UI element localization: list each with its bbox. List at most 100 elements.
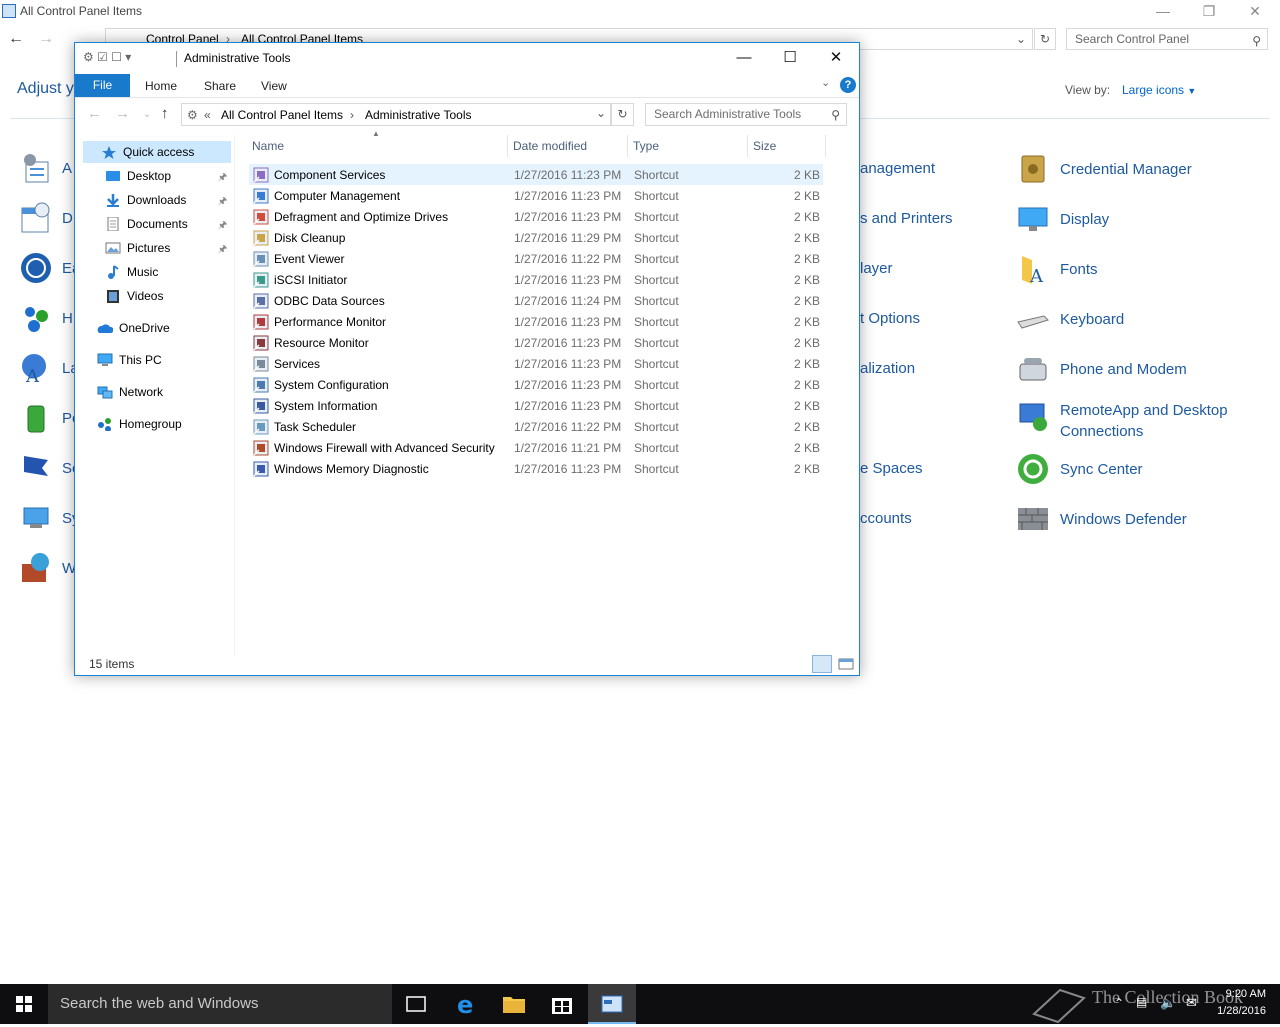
nav-onedrive[interactable]: OneDrive xyxy=(97,317,170,339)
quick-access-toolbar[interactable]: ⚙ ☑ ☐ ▾ xyxy=(83,50,131,64)
cp-item-mid-3[interactable]: t Options xyxy=(860,310,920,327)
show-hidden-icons-chevron-up-icon[interactable]: ⌃ xyxy=(1114,996,1124,1010)
nav-desktop[interactable]: Desktop xyxy=(105,165,171,187)
file-row[interactable]: Services 1/27/2016 11:23 PM Shortcut 2 KB xyxy=(249,353,823,374)
language-icon[interactable]: A xyxy=(20,352,52,384)
minimize-button[interactable]: — xyxy=(1140,0,1186,24)
homegroup-cp-icon[interactable] xyxy=(20,302,52,334)
file-explorer-button[interactable] xyxy=(490,984,538,1024)
cp-item-display[interactable]: Display xyxy=(1016,202,1109,236)
refresh-icon[interactable]: ↻ xyxy=(611,103,634,126)
cp-item-keyboard[interactable]: Keyboard xyxy=(1016,302,1124,336)
cp-item-sync-center[interactable]: Sync Center xyxy=(1016,452,1143,486)
explorer-close-button[interactable]: ✕ xyxy=(813,43,859,74)
firewall-icon[interactable] xyxy=(20,552,52,584)
file-row[interactable]: Disk Cleanup 1/27/2016 11:29 PM Shortcut 2 … xyxy=(249,227,823,248)
cp-item-fonts[interactable]: A Fonts xyxy=(1016,252,1098,286)
view-by-dropdown[interactable]: Large icons ▼ xyxy=(1122,83,1196,97)
control-panel-taskbar-button[interactable] xyxy=(588,984,636,1024)
nav-pictures[interactable]: Pictures xyxy=(105,237,170,259)
column-divider[interactable] xyxy=(507,135,508,157)
nav-downloads[interactable]: Downloads xyxy=(105,189,186,211)
forward-arrow-icon[interactable]: → xyxy=(38,30,54,48)
date-time-icon[interactable] xyxy=(20,202,52,234)
volume-icon[interactable]: 🔈 xyxy=(1160,995,1176,1011)
cp-refresh-icon[interactable]: ↻ xyxy=(1034,28,1056,50)
tab-file[interactable]: File xyxy=(75,74,130,97)
file-row[interactable]: Windows Firewall with Advanced Security 1… xyxy=(249,437,823,458)
breadcrumb-all-items[interactable]: All Control Panel Items xyxy=(221,108,343,122)
details-view-button[interactable] xyxy=(812,655,832,673)
file-row[interactable]: Windows Memory Diagnostic 1/27/2016 11:23… xyxy=(249,458,823,479)
nav-documents[interactable]: Documents xyxy=(105,213,188,235)
cp-item-mid-2[interactable]: layer xyxy=(860,260,893,277)
column-type[interactable]: Type xyxy=(633,139,659,153)
explorer-address-bar[interactable]: ⚙ « All Control Panel Items › Administra… xyxy=(181,103,611,126)
file-row[interactable]: System Information 1/27/2016 11:23 PM Shor… xyxy=(249,395,823,416)
file-row[interactable]: Performance Monitor 1/27/2016 11:23 PM Sho… xyxy=(249,311,823,332)
back-arrow-icon[interactable]: ← xyxy=(87,105,102,122)
large-icons-view-button[interactable] xyxy=(836,655,856,673)
nav-network[interactable]: Network xyxy=(97,381,163,403)
file-row[interactable]: Event Viewer 1/27/2016 11:22 PM Shortcut 2 … xyxy=(249,248,823,269)
explorer-search-input[interactable]: Search Administrative Tools ⚲ xyxy=(645,103,847,126)
nav-quick-access[interactable]: Quick access xyxy=(83,141,231,163)
forward-arrow-icon[interactable]: → xyxy=(115,105,130,122)
nav-music[interactable]: Music xyxy=(105,261,158,283)
cp-item-phone-modem[interactable]: Phone and Modem xyxy=(1016,352,1187,386)
file-row[interactable]: Component Services 1/27/2016 11:23 PM Shor… xyxy=(249,164,823,185)
pin-icon[interactable]: 🖈 xyxy=(218,242,227,259)
address-dropdown-icon[interactable]: ⌄ xyxy=(1016,32,1026,46)
file-row[interactable]: Resource Monitor 1/27/2016 11:23 PM Shortc… xyxy=(249,332,823,353)
cp-item-left-0[interactable]: A xyxy=(62,160,72,177)
task-view-button[interactable] xyxy=(392,984,440,1024)
back-arrow-icon[interactable]: ← xyxy=(8,30,24,48)
power-options-icon[interactable] xyxy=(20,402,52,434)
file-row[interactable]: Task Scheduler 1/27/2016 11:22 PM Shortcut… xyxy=(249,416,823,437)
cp-item-remoteapp[interactable]: RemoteApp and Desktop Connections xyxy=(1016,400,1250,442)
nav-this-pc[interactable]: This PC xyxy=(97,349,162,371)
close-button[interactable]: ✕ xyxy=(1232,0,1278,24)
recent-locations-icon[interactable]: ⌄ xyxy=(143,109,151,120)
column-divider[interactable] xyxy=(825,135,826,157)
edge-button[interactable]: e xyxy=(442,984,490,1024)
cp-item-windows-defender[interactable]: Windows Defender xyxy=(1016,502,1187,536)
column-divider[interactable] xyxy=(747,135,748,157)
clock-time[interactable]: 9:20 AM xyxy=(1216,988,1266,1000)
start-button[interactable] xyxy=(0,984,48,1024)
cp-item-mid-7[interactable]: ccounts xyxy=(860,510,912,527)
file-row[interactable]: Defragment and Optimize Drives 1/27/2016 … xyxy=(249,206,823,227)
cp-item-mid-6[interactable]: e Spaces xyxy=(860,460,923,477)
clock-date[interactable]: 1/28/2016 xyxy=(1210,1005,1266,1017)
column-size[interactable]: Size xyxy=(753,139,776,153)
ease-of-access-icon[interactable] xyxy=(20,252,52,284)
expand-ribbon-icon[interactable]: ⌄ xyxy=(821,76,830,89)
action-center-notification-icon[interactable]: ✉ xyxy=(1186,995,1197,1011)
pin-icon[interactable]: 🖈 xyxy=(218,194,227,211)
up-arrow-icon[interactable]: ↑ xyxy=(161,105,169,122)
cp-item-mid-1[interactable]: s and Printers xyxy=(860,210,953,227)
taskbar-search-box[interactable]: Search the web and Windows xyxy=(48,984,392,1024)
column-name[interactable]: Name xyxy=(252,139,284,153)
network-tray-icon[interactable]: ▤ xyxy=(1136,995,1147,1009)
system-icon[interactable] xyxy=(20,502,52,534)
tab-home[interactable]: Home xyxy=(145,79,177,93)
cp-item-left-1[interactable]: D xyxy=(62,210,73,227)
breadcrumb-admin-tools[interactable]: Administrative Tools xyxy=(365,108,472,122)
address-dropdown-icon[interactable]: ⌄ xyxy=(596,106,606,120)
store-button[interactable] xyxy=(538,984,586,1024)
explorer-maximize-button[interactable]: ☐ xyxy=(767,43,813,74)
explorer-minimize-button[interactable]: — xyxy=(721,43,767,74)
file-row[interactable]: iSCSI Initiator 1/27/2016 11:23 PM Shortcu… xyxy=(249,269,823,290)
cp-item-mid-4[interactable]: alization xyxy=(860,360,915,377)
pin-icon[interactable]: 🖈 xyxy=(218,170,227,187)
nav-videos[interactable]: Videos xyxy=(105,285,163,307)
cp-search-input[interactable]: Search Control Panel ⚲ xyxy=(1066,28,1268,50)
cp-item-credential-manager[interactable]: Credential Manager xyxy=(1016,152,1192,186)
tab-view[interactable]: View xyxy=(261,79,287,93)
file-row[interactable]: System Configuration 1/27/2016 11:23 PM Sh… xyxy=(249,374,823,395)
action-center-icon[interactable] xyxy=(20,152,52,184)
tab-share[interactable]: Share xyxy=(204,79,236,93)
column-divider[interactable] xyxy=(627,135,628,157)
help-icon[interactable]: ? xyxy=(840,77,856,93)
